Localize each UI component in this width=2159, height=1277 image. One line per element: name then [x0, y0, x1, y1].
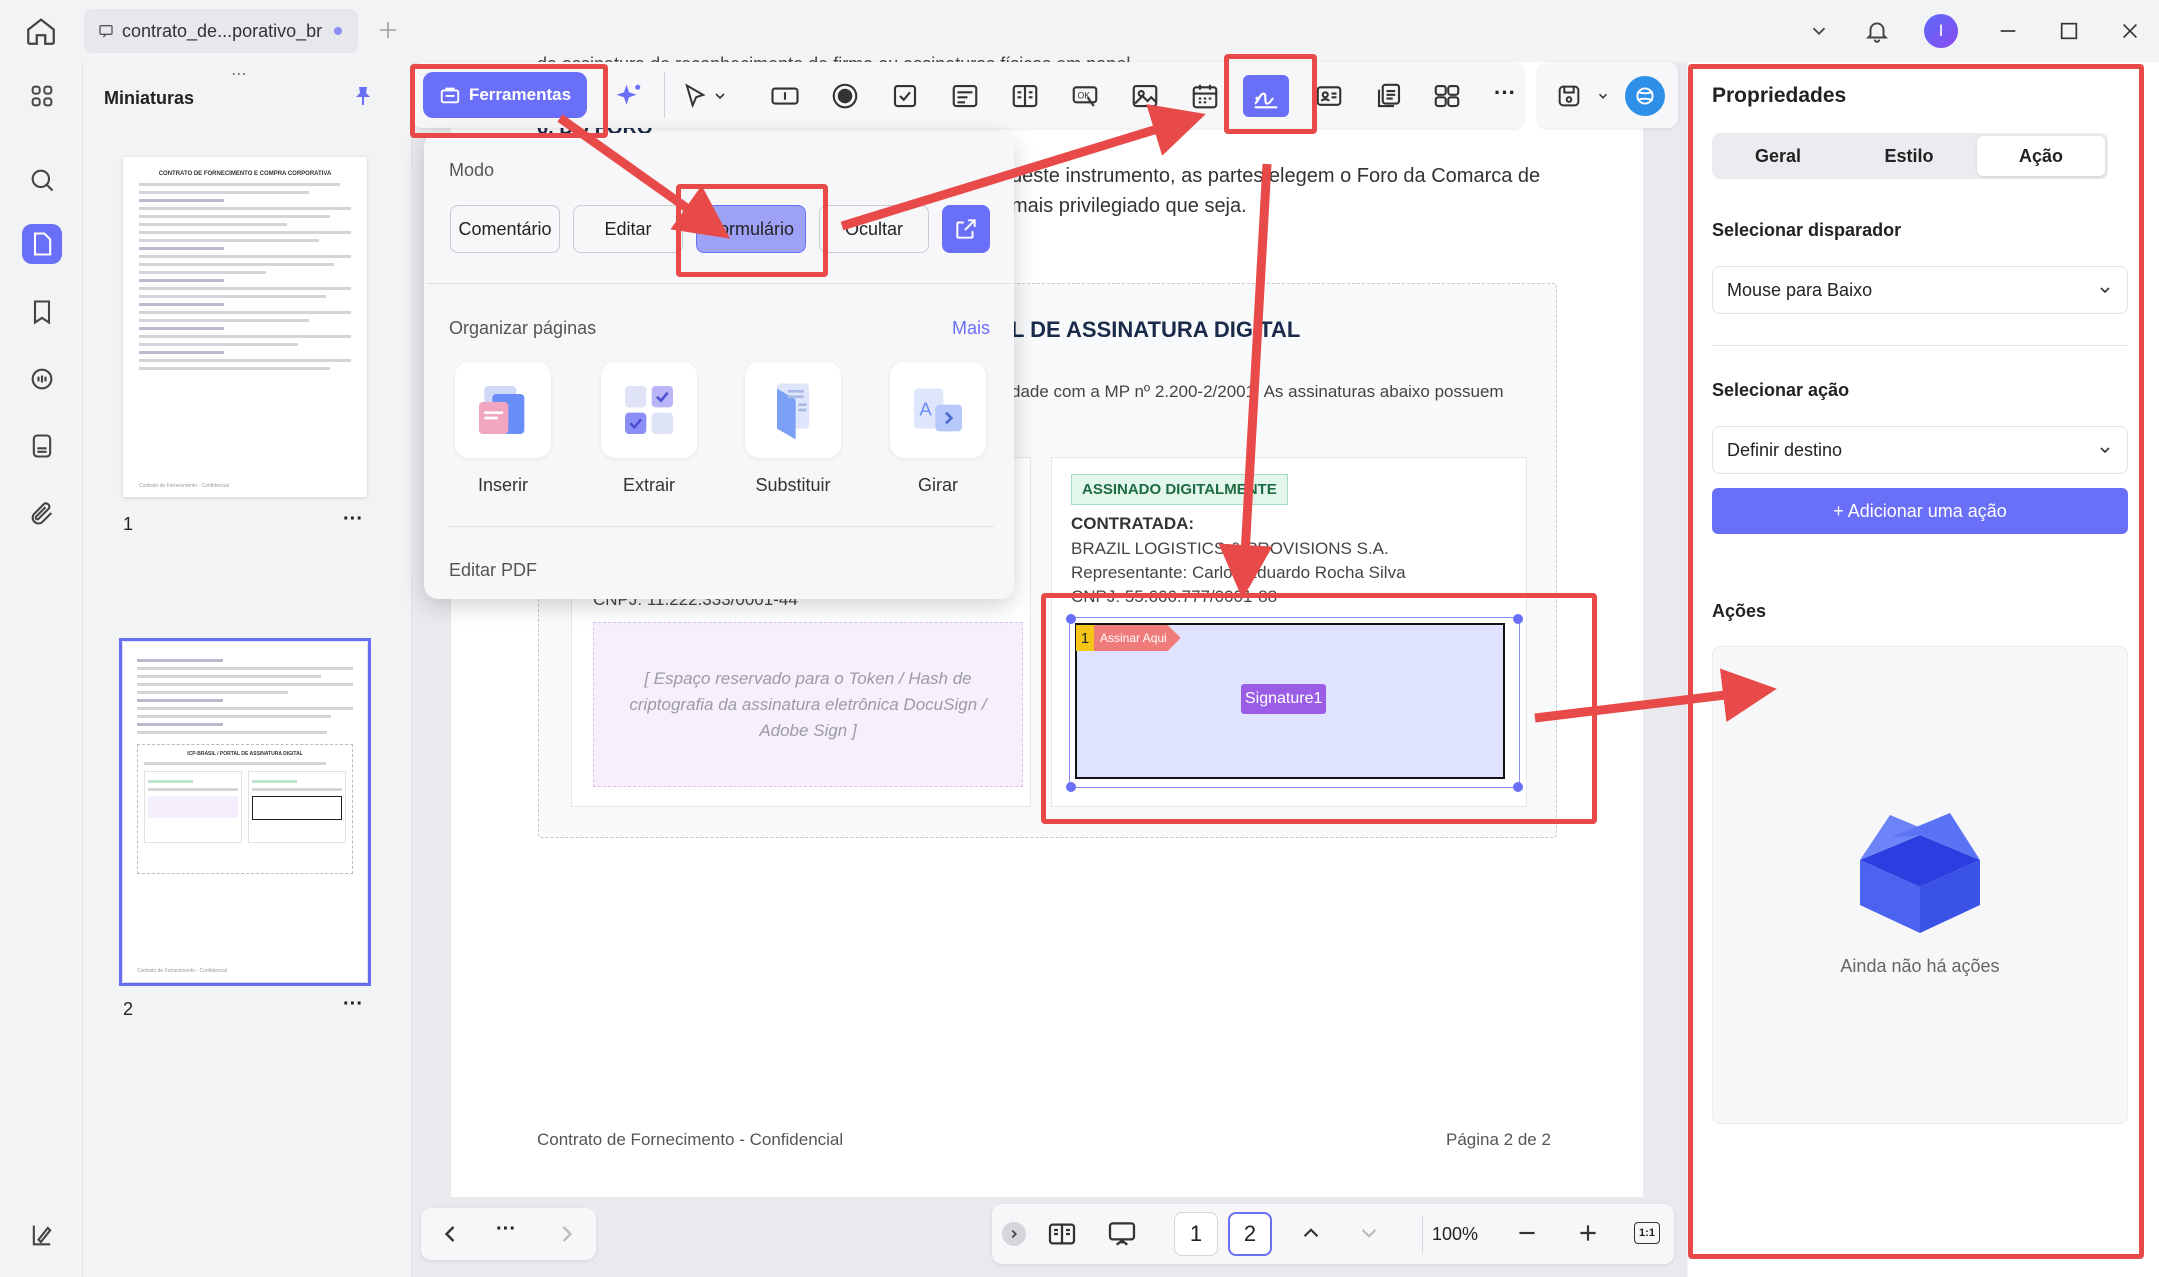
annotation-arrows — [557, 104, 1777, 723]
arrow-tools-to-form — [557, 114, 731, 239]
arrow-field-to-properties — [1534, 668, 1777, 723]
arrow-tool-to-field — [1218, 163, 1273, 599]
arrow-form-to-signature-tool — [840, 104, 1206, 231]
